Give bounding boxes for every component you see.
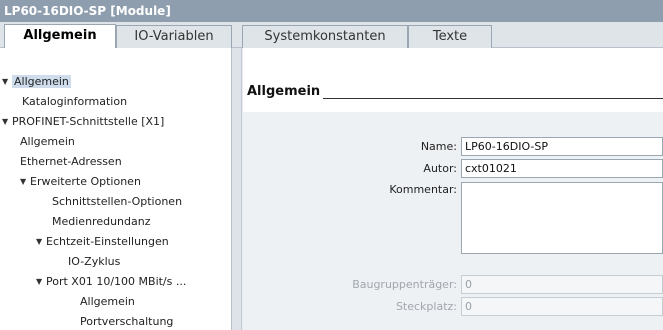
expand-arrow-icon[interactable]: ▼ (20, 172, 30, 192)
tree-item-schnittstellen-optionen[interactable]: Schnittstellen-Optionen (52, 192, 182, 212)
tab-allgemein[interactable]: Allgemein (4, 24, 116, 49)
author-field[interactable]: cxt01021 (461, 159, 663, 178)
navigation-tree: ▼ Allgemein Kataloginformation ▼ PROFINET-… (0, 48, 232, 330)
comment-field[interactable] (461, 182, 663, 254)
tree-item-kataloginformation[interactable]: Kataloginformation (22, 92, 127, 112)
tree-item-echtzeit-einstellungen[interactable]: ▼ Echtzeit-Einstellungen (36, 232, 169, 252)
tab-strip: Allgemein IO-Variablen Systemkonstanten … (0, 22, 663, 49)
form-area: Name: LP60-16DIO-SP Autor: cxt01021 Komm… (243, 112, 663, 330)
slot-label: Steckplatz: (395, 300, 457, 313)
tree-item-io-zyklus[interactable]: IO-Zyklus (68, 252, 120, 272)
tab-io-variablen[interactable]: IO-Variablen (116, 25, 232, 48)
name-label: Name: (420, 140, 457, 153)
expand-arrow-icon[interactable]: ▼ (2, 72, 12, 92)
tree-item-medienredundanz[interactable]: Medienredundanz (52, 212, 150, 232)
tree-item-portverschaltung[interactable]: Portverschaltung (80, 312, 173, 330)
section-divider (323, 98, 663, 99)
tree-item-ethernet-adressen[interactable]: Ethernet-Adressen (20, 152, 122, 172)
tree-item-allgemein[interactable]: ▼ Allgemein (2, 72, 71, 92)
comment-label: Kommentar: (389, 183, 457, 196)
tab-texte[interactable]: Texte (408, 25, 492, 48)
expand-arrow-icon[interactable]: ▼ (36, 232, 46, 252)
properties-panel: Allgemein Name: LP60-16DIO-SP Autor: cxt… (243, 48, 663, 330)
tree-item-profinet-schnittstelle[interactable]: ▼ PROFINET-Schnittstelle [X1] (2, 112, 164, 132)
tree-item-allgemein-profinet[interactable]: Allgemein (20, 132, 75, 152)
tree-item-port-x01[interactable]: ▼ Port X01 10/100 MBit/s ... (36, 272, 186, 292)
section-title: Allgemein (247, 84, 321, 99)
window-title: LP60-16DIO-SP [Module] (0, 0, 663, 22)
expand-arrow-icon[interactable]: ▼ (36, 272, 46, 292)
expand-arrow-icon[interactable]: ▼ (2, 112, 12, 132)
rack-field: 0 (461, 275, 663, 294)
author-label: Autor: (423, 162, 457, 175)
tree-item-erweiterte-optionen[interactable]: ▼ Erweiterte Optionen (20, 172, 141, 192)
slot-field: 0 (461, 297, 663, 316)
name-field[interactable]: LP60-16DIO-SP (461, 137, 663, 156)
rack-label: Baugruppenträger: (352, 278, 457, 291)
tree-item-allgemein-port[interactable]: Allgemein (80, 292, 135, 312)
panel-splitter[interactable] (232, 48, 242, 330)
tab-systemkonstanten[interactable]: Systemkonstanten (242, 25, 408, 48)
